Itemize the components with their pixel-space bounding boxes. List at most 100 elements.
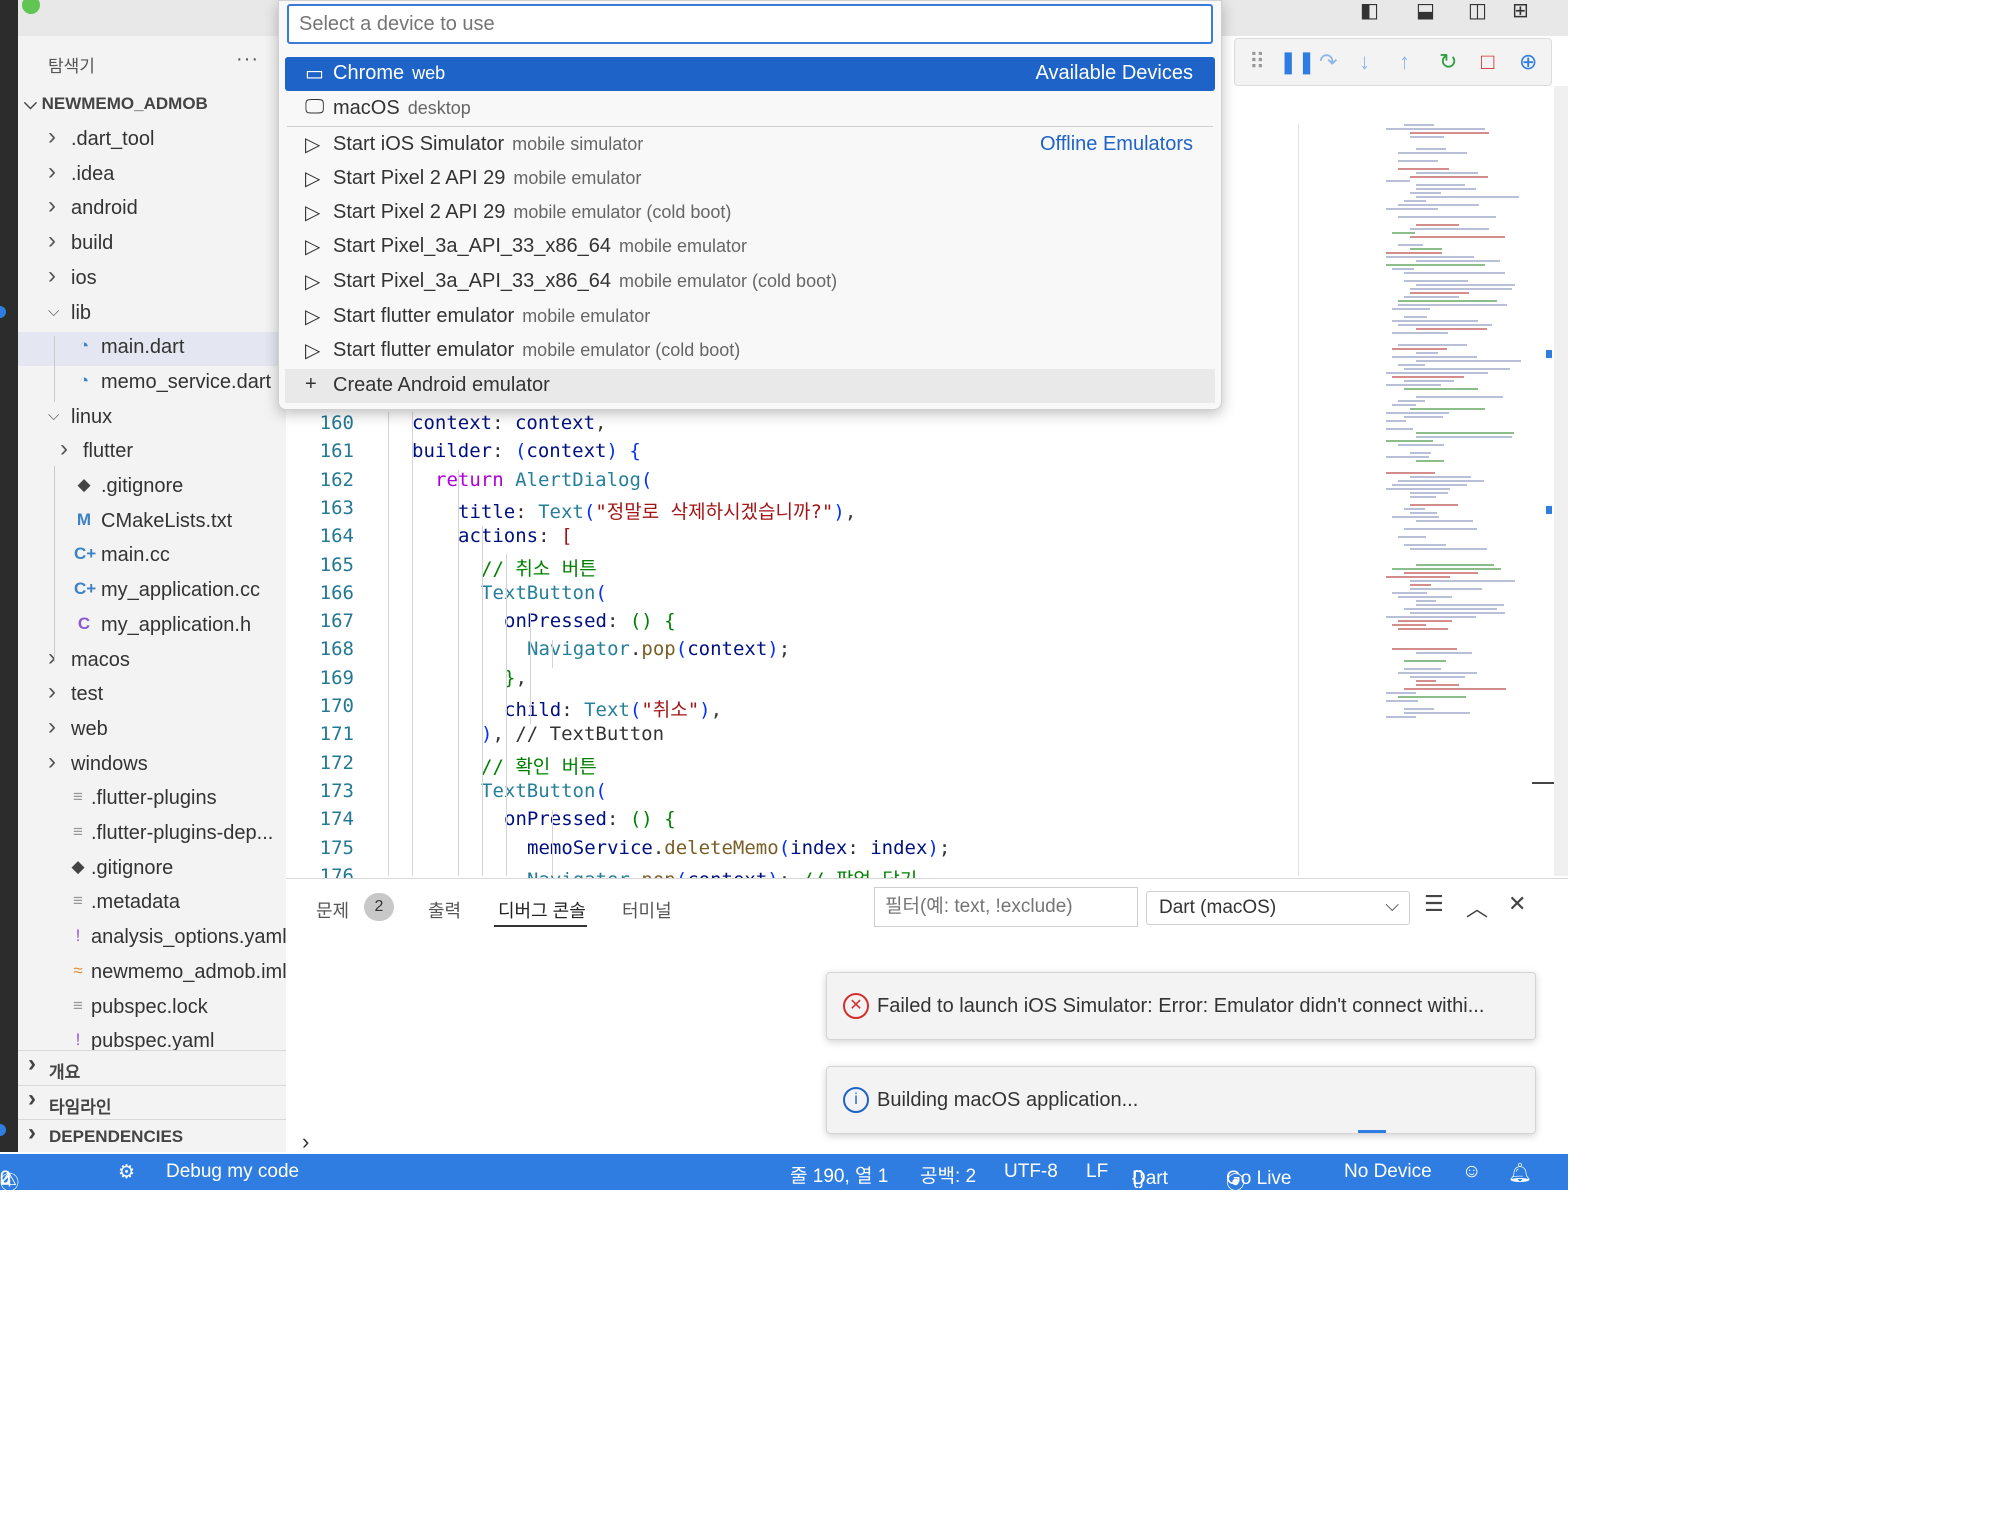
end-of-line[interactable]: LF (1086, 1161, 1108, 1183)
tree-file[interactable]: ! analysis_options.yaml (18, 922, 286, 956)
sidebar-section[interactable]: › 타임라인 (18, 1084, 286, 1119)
explorer-sidebar: 탐색기 ··· ⌵ NEWMEMO_ADMOB › .dart_tool › .ide… (18, 36, 286, 1152)
code-line[interactable]: 172 // 확인 버튼 (286, 752, 1296, 780)
code-line[interactable]: 168 Navigator.pop(context); (286, 638, 1296, 666)
device-option[interactable]: + Create Android emulator (285, 369, 1215, 403)
indentation[interactable]: 공백: 2 (920, 1161, 976, 1188)
restart-icon[interactable]: ↻ (1439, 49, 1457, 75)
device-option[interactable]: ▷ Start flutter emulator mobile emulator (285, 300, 1215, 334)
minimap-line (1410, 176, 1488, 178)
tab-debug-console[interactable]: 디버그 콘솔 (498, 897, 586, 923)
tree-file[interactable]: ◆ .gitignore (18, 471, 286, 505)
device-option[interactable]: ▷ Start Pixel_3a_API_33_x86_64 mobile emul… (285, 230, 1215, 264)
tree-file[interactable]: C+ main.cc (18, 540, 286, 574)
tree-folder[interactable]: ⌵ lib (18, 298, 286, 332)
sidebar-section[interactable]: › 개요 (18, 1050, 286, 1084)
error-notification[interactable]: ✕ Failed to launch iOS Simulator: Error:… (826, 972, 1536, 1040)
minimap[interactable] (1380, 120, 1540, 730)
stop-icon[interactable]: □ (1481, 49, 1494, 75)
tree-file[interactable]: M CMakeLists.txt (18, 506, 286, 540)
tree-file[interactable]: ≡ .flutter-plugins (18, 783, 286, 817)
close-panel-icon[interactable]: ✕ (1508, 891, 1526, 917)
window-zoom-button[interactable] (22, 0, 40, 14)
step-over-icon[interactable]: ↷ (1319, 49, 1337, 75)
step-out-icon[interactable]: ↑ (1399, 49, 1410, 75)
console-filter-input[interactable] (874, 887, 1138, 927)
code-line[interactable]: 167 onPressed: () { (286, 610, 1296, 638)
tree-file[interactable]: Cmy_application.h (18, 610, 286, 644)
tree-folder[interactable]: › windows (18, 748, 286, 783)
device-option[interactable]: 🖵︎ macOS desktop (285, 92, 1215, 126)
tree-folder[interactable]: ⌵ linux (18, 402, 286, 436)
code-line[interactable]: 160 context: context, (286, 412, 1296, 440)
scrollbar-track[interactable] (1554, 86, 1568, 876)
cursor-position[interactable]: 줄 190, 열 1 (790, 1161, 888, 1188)
tree-folder[interactable]: › .dart_tool (18, 123, 286, 158)
code-line[interactable]: 162 return AlertDialog( (286, 469, 1296, 497)
minimap-line (1398, 672, 1477, 674)
toggle-panel-icon[interactable]: ⬓ (1416, 0, 1435, 23)
tree-file[interactable]: ≡ pubspec.lock (18, 992, 286, 1026)
code-line[interactable]: 166 TextButton( (286, 582, 1296, 610)
device-option[interactable]: ▷ Start flutter emulator mobile emulator (… (285, 334, 1215, 368)
device-option[interactable]: ▷ Start iOS Simulator mobile simulator Offl… (285, 128, 1215, 162)
tab-terminal[interactable]: 터미널 (622, 897, 672, 923)
tree-file[interactable]: ◆ .gitignore (18, 853, 286, 887)
cpp-file-icon: C+ (74, 544, 97, 564)
code-line[interactable]: 165 // 취소 버튼 (286, 554, 1296, 582)
device-search-input[interactable] (287, 4, 1213, 44)
code-line[interactable]: 170 child: Text("취소"), (286, 695, 1296, 723)
tab-output[interactable]: 출력 (428, 897, 461, 923)
device-selector[interactable]: No Device (1344, 1161, 1432, 1183)
sidebar-section[interactable]: › DEPENDENCIES (18, 1119, 286, 1152)
device-option[interactable]: ▭ Chrome web Available Devices (285, 57, 1215, 91)
code-line[interactable]: 171), // TextButton (286, 723, 1296, 751)
feedback-icon[interactable]: ☺ (1462, 1161, 1481, 1183)
customize-layout-icon[interactable]: ⊞ (1512, 0, 1529, 23)
info-notification[interactable]: i Building macOS application... (826, 1066, 1536, 1134)
device-option[interactable]: ▷ Start Pixel 2 API 29 mobile emulator (co… (285, 196, 1215, 230)
debug-icon[interactable]: ⚙ (118, 1161, 135, 1184)
tree-folder[interactable]: › .idea (18, 158, 286, 193)
code-line[interactable]: 169}, (286, 667, 1296, 695)
tree-file[interactable]: C+ my_application.cc (18, 575, 286, 609)
tree-file[interactable]: ◔ main.dart (18, 332, 286, 367)
console-prompt[interactable]: › (302, 1129, 309, 1155)
device-option[interactable]: ▷ Start Pixel 2 API 29 mobile emulator (285, 162, 1215, 196)
tree-file[interactable]: ◔ memo_service.dart (18, 367, 286, 401)
tree-folder[interactable]: › web (18, 713, 286, 748)
toggle-secondary-sidebar-icon[interactable]: ◫ (1468, 0, 1487, 23)
code-line[interactable]: 175 memoService.deleteMemo(index: index); (286, 837, 1296, 865)
debug-config[interactable]: Debug my code (166, 1161, 299, 1183)
code-line[interactable]: 173 TextButton( (286, 780, 1296, 808)
code-line[interactable]: 174 onPressed: () { (286, 808, 1296, 836)
tree-file[interactable]: ≡ .metadata (18, 887, 286, 921)
tree-file[interactable]: ≡ .flutter-plugins-dep... (18, 818, 286, 852)
code-token: ) (606, 440, 618, 463)
workspace-root[interactable]: ⌵ NEWMEMO_ADMOB (24, 94, 208, 114)
code-line[interactable]: 164 actions: [ (286, 525, 1296, 553)
debug-session-select[interactable]: Dart (macOS) ⌵ (1146, 891, 1410, 925)
more-actions-icon[interactable]: ··· (236, 48, 259, 71)
tree-file[interactable]: ≈ newmemo_admob.iml (18, 957, 286, 991)
tab-problems[interactable]: 문제 (316, 897, 349, 923)
toggle-sidebar-icon[interactable]: ◧ (1360, 0, 1379, 23)
tree-folder[interactable]: › flutter (18, 435, 286, 470)
tree-folder[interactable]: › macos (18, 644, 286, 679)
tree-folder[interactable]: › ios (18, 262, 286, 297)
devtools-icon[interactable]: ⊕ (1519, 49, 1537, 75)
tree-folder[interactable]: › build (18, 227, 286, 262)
encoding[interactable]: UTF-8 (1004, 1161, 1058, 1183)
code-line[interactable]: 161 builder: (context) { (286, 440, 1296, 468)
drag-handle-icon[interactable]: ⠿ (1249, 49, 1265, 75)
notifications-bell-icon[interactable]: 🔔︎ (1508, 1161, 1532, 1185)
tree-folder[interactable]: › android (18, 192, 286, 227)
tree-folder[interactable]: › test (18, 678, 286, 713)
maximize-panel-icon[interactable]: ︿ (1466, 891, 1488, 923)
pause-icon[interactable]: ❚❚ (1279, 49, 1316, 75)
device-option[interactable]: ▷ Start Pixel_3a_API_33_x86_64 mobile emul… (285, 265, 1215, 299)
minimap-line (1386, 412, 1449, 414)
clear-console-icon[interactable]: ☰ (1424, 891, 1444, 917)
step-into-icon[interactable]: ↓ (1359, 49, 1370, 75)
code-line[interactable]: 163 title: Text("정말로 삭제하시겠습니까?"), (286, 497, 1296, 525)
